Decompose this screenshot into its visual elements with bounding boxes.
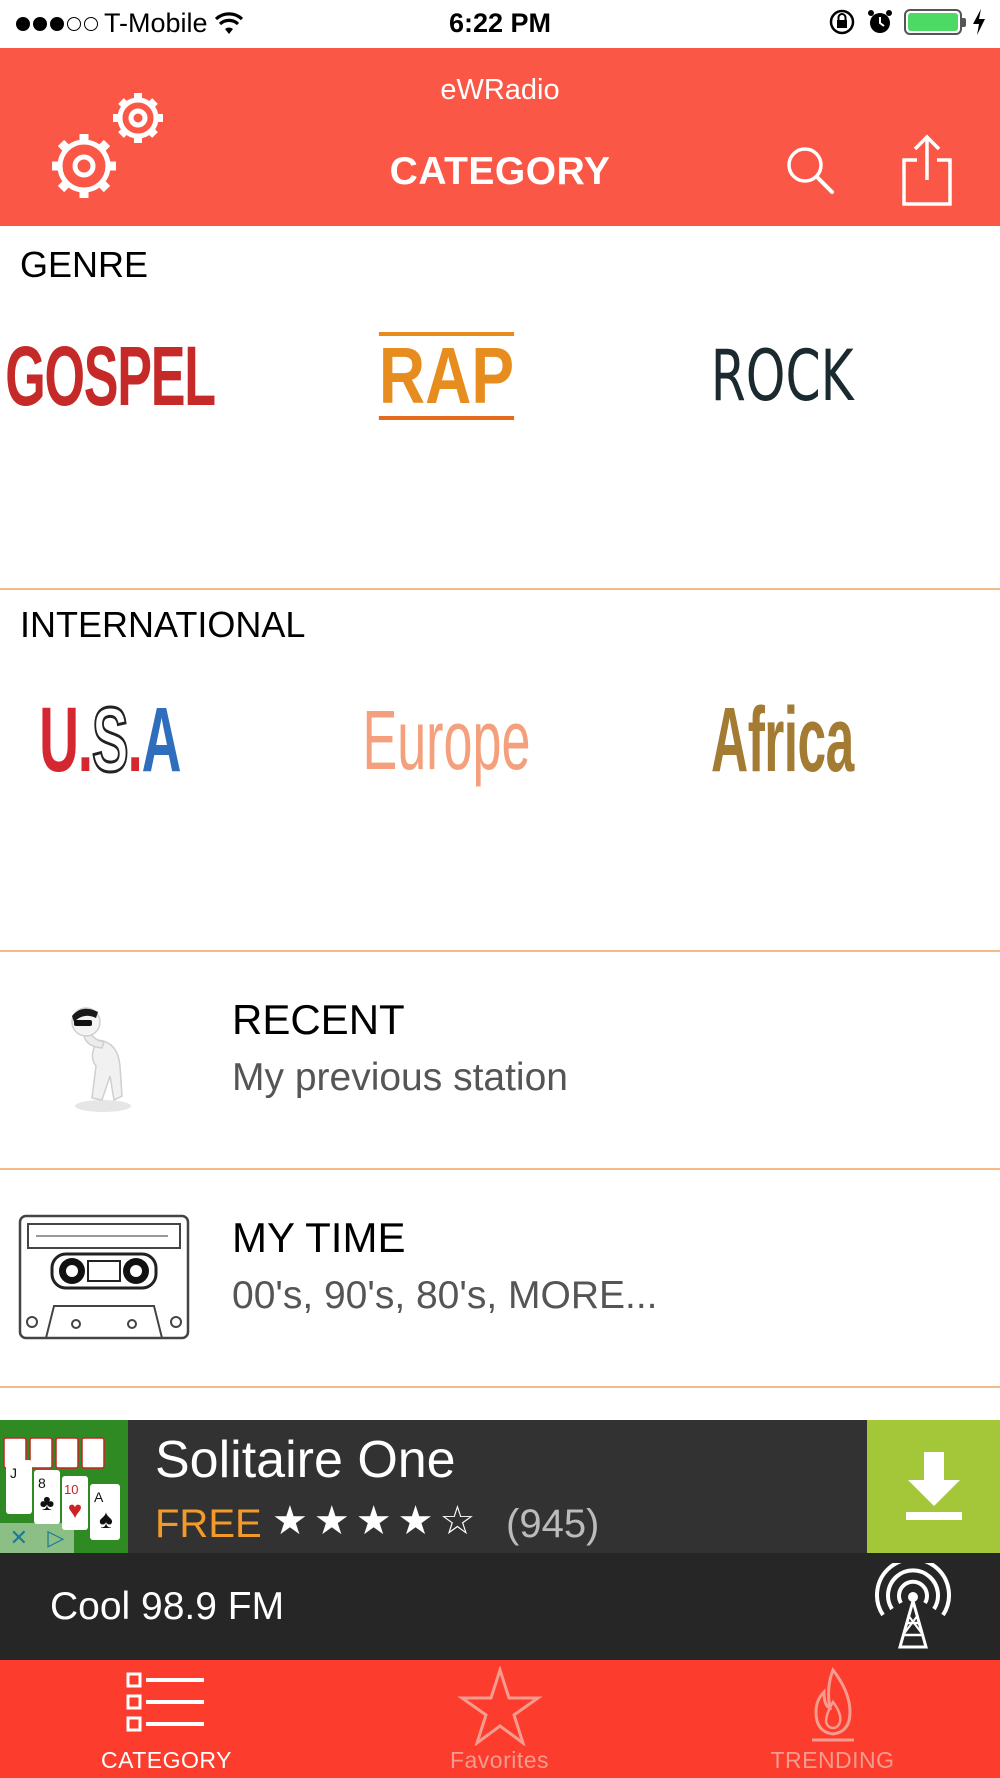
rock-logo: ROCK	[710, 335, 854, 417]
tab-bar: CATEGORY Favorites TRENDING	[0, 1660, 1000, 1778]
battery-icon	[904, 9, 966, 35]
svg-text:♠: ♠	[99, 1504, 113, 1534]
tab-category[interactable]: CATEGORY	[0, 1660, 333, 1778]
recent-title: RECENT	[232, 996, 405, 1043]
usa-logo: U.S.A	[39, 687, 181, 792]
genre-section: GENRE GOSPEL RAP ROCK	[0, 226, 1000, 588]
tab-favorites-label: Favorites	[449, 1747, 550, 1773]
ad-rating-count: (945)	[506, 1502, 600, 1546]
star-rating-icon: ★★★★☆	[272, 1499, 482, 1543]
close-icon[interactable]: ✕	[10, 1525, 28, 1551]
search-icon[interactable]	[784, 144, 836, 196]
genre-tile-gospel[interactable]: GOSPEL	[5, 306, 216, 446]
recent-row[interactable]: RECENT My previous station	[0, 952, 1000, 1168]
alarm-icon	[868, 10, 892, 33]
divider	[0, 1386, 1000, 1388]
africa-logo: Africa	[710, 688, 854, 791]
list-icon	[126, 1672, 204, 1732]
genre-tile-rap[interactable]: RAP	[356, 306, 536, 446]
station-name: Cool 98.9 FM	[50, 1585, 285, 1628]
ad-info-icon[interactable]: ▷	[47, 1525, 64, 1551]
share-icon[interactable]	[900, 134, 954, 206]
ad-price: FREE	[155, 1502, 262, 1546]
gears-icon[interactable]	[44, 84, 174, 208]
svg-text:A: A	[94, 1489, 104, 1505]
my-time-row[interactable]: MY TIME 00's, 90's, 80's, MORE...	[0, 1170, 1000, 1386]
star-icon	[456, 1666, 543, 1746]
radio-tower-icon[interactable]	[870, 1563, 956, 1653]
thinking-person-icon	[71, 1007, 131, 1112]
rotation-lock-icon	[829, 9, 855, 35]
download-icon	[905, 1451, 962, 1520]
international-tile-africa[interactable]: Africa	[692, 670, 872, 810]
section-title-genre: GENRE	[20, 244, 149, 285]
gospel-logo: GOSPEL	[5, 328, 216, 423]
rap-logo: RAP	[378, 331, 514, 420]
svg-text:10: 10	[64, 1482, 78, 1497]
tab-favorites[interactable]: Favorites	[333, 1660, 666, 1778]
app-header: eWRadio CATEGORY	[0, 48, 1000, 226]
tab-trending[interactable]: TRENDING	[666, 1660, 999, 1778]
ad-choices[interactable]: ✕ ▷	[0, 1523, 74, 1553]
ad-banner[interactable]: J 8 ♣ 10 ♥ A ♠ ✕ ▷ Solitaire One FREE ★★…	[0, 1420, 1000, 1553]
section-title-international: INTERNATIONAL	[20, 604, 306, 645]
status-bar: T-Mobile 6:22 PM	[0, 0, 1000, 48]
cassette-tape-icon	[18, 1214, 190, 1340]
download-button[interactable]	[867, 1420, 1000, 1553]
ad-title: Solitaire One	[155, 1431, 456, 1489]
international-tile-usa[interactable]: U.S.A	[20, 670, 200, 810]
svg-text:8: 8	[38, 1475, 46, 1491]
my-time-title: MY TIME	[232, 1214, 406, 1261]
now-playing-bar[interactable]: Cool 98.9 FM	[0, 1553, 1000, 1660]
status-icons	[828, 8, 986, 36]
battery-level	[908, 13, 958, 31]
genre-tile-rock[interactable]: ROCK	[692, 306, 872, 446]
charging-icon	[973, 9, 985, 35]
svg-text:♥: ♥	[68, 1497, 82, 1524]
my-time-subtitle: 00's, 90's, 80's, MORE...	[232, 1274, 658, 1317]
svg-text:J: J	[10, 1465, 17, 1481]
tab-category-label: CATEGORY	[101, 1747, 232, 1773]
recent-subtitle: My previous station	[232, 1056, 568, 1099]
europe-logo: Europe	[362, 692, 530, 787]
international-section: INTERNATIONAL U.S.A Europe Africa	[0, 590, 1000, 950]
international-tile-europe[interactable]: Europe	[356, 670, 536, 810]
flame-icon	[811, 1666, 854, 1742]
tab-trending-label: TRENDING	[770, 1747, 895, 1773]
svg-text:♣: ♣	[40, 1490, 54, 1515]
